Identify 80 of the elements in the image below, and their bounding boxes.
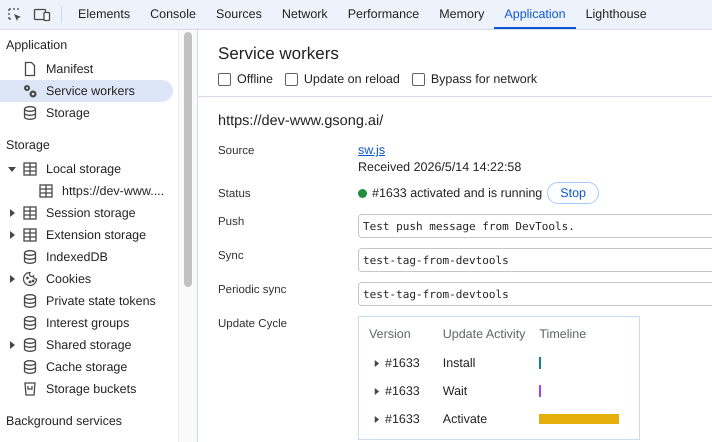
checkbox[interactable]	[218, 72, 231, 86]
panel-tab[interactable]: Memory	[429, 0, 494, 29]
section-header: Storage	[5, 137, 51, 154]
panel-tab[interactable]: Network	[272, 0, 338, 29]
database-icon	[22, 315, 38, 331]
database-icon	[22, 359, 38, 375]
section-header: Background services	[5, 413, 124, 430]
device-icon[interactable]	[33, 6, 51, 22]
panel-tab[interactable]: Elements	[68, 0, 140, 29]
file-icon	[22, 61, 38, 77]
expand-arrow-icon[interactable]	[373, 416, 380, 422]
panel-tab[interactable]: Sources	[206, 0, 272, 29]
expand-arrow-icon[interactable]	[8, 165, 16, 173]
sidebar-item[interactable]: Cookies	[0, 268, 173, 290]
scrollbar-thumb[interactable]	[184, 32, 192, 287]
version-cell: #1633	[385, 412, 420, 426]
push-field[interactable]: Test push message from DevTools.	[358, 214, 712, 238]
sidebar-item[interactable]: Interest groups	[0, 312, 173, 334]
field-label: Push	[218, 215, 246, 228]
field-label: Source	[218, 144, 256, 157]
version-cell: #1633	[385, 384, 420, 398]
activity-cell-text: Install	[442, 356, 476, 370]
section-header: Application	[5, 37, 68, 54]
activity-cell-text: Wait	[442, 384, 468, 398]
checkbox-label: Bypass for network	[430, 72, 538, 86]
status-text: #1633 activated and is running	[372, 186, 542, 200]
panel-tab[interactable]: Application	[494, 0, 576, 29]
field-label: Status	[218, 187, 252, 200]
sidebar-item[interactable]: Service workers	[0, 80, 173, 102]
stop-button[interactable]: Stop	[547, 182, 599, 204]
sidebar-item[interactable]: Extension storage	[0, 224, 173, 246]
expand-arrow-icon[interactable]	[373, 388, 380, 394]
column-header: Timeline	[539, 327, 588, 341]
database-icon	[22, 293, 38, 309]
database-icon	[22, 249, 38, 265]
sidebar-item[interactable]: Private state tokens	[0, 290, 173, 312]
activity-cell-text: Activate	[442, 412, 488, 426]
table-icon	[22, 227, 38, 243]
checkbox[interactable]	[284, 72, 298, 86]
panel-tab[interactable]: Console	[140, 0, 206, 29]
checkbox-label: Offline	[237, 72, 273, 86]
database-icon	[22, 337, 38, 353]
column-header: Version	[369, 327, 412, 341]
field-label: Sync	[218, 249, 245, 262]
field-label: Periodic sync	[218, 283, 288, 296]
field-label: Update Cycle	[218, 317, 288, 330]
panel-tab[interactable]: Lighthouse	[576, 0, 657, 29]
sidebar-item[interactable]: Storage	[0, 102, 173, 124]
sidebar-item[interactable]: IndexedDB	[0, 246, 173, 268]
sidebar-item[interactable]: Local storage	[0, 158, 173, 180]
checkbox[interactable]	[412, 72, 425, 86]
panel-title: Service workers	[217, 43, 340, 65]
scope-url: https://dev-www.gsong.ai/	[218, 113, 384, 129]
expand-arrow-icon[interactable]	[8, 275, 16, 283]
expand-arrow-icon[interactable]	[8, 231, 16, 239]
cookie-icon	[22, 271, 38, 287]
sidebar-item[interactable]: Storage buckets	[0, 378, 173, 400]
checkbox-label: Update on reload	[304, 72, 400, 86]
version-cell: #1633	[385, 356, 420, 370]
expand-arrow-icon[interactable]	[373, 360, 380, 366]
sidebar-item[interactable]: Session storage	[0, 202, 173, 224]
inspect-icon[interactable]	[7, 6, 23, 22]
sync-field[interactable]: test-tag-from-devtools	[358, 248, 712, 272]
sidebar-item[interactable]: Manifest	[0, 58, 173, 80]
sidebar-item[interactable]: https://dev-www....	[0, 180, 173, 202]
panel-tab[interactable]: Performance	[338, 0, 430, 29]
bucket-icon	[22, 381, 38, 397]
table-icon	[22, 205, 38, 221]
received-text: Received 2026/5/14 14:22:58	[358, 160, 522, 174]
expand-arrow-icon[interactable]	[8, 341, 16, 349]
sidebar-item[interactable]: Shared storage	[0, 334, 173, 356]
sidebar-item[interactable]: Cache storage	[0, 356, 173, 378]
database-icon	[22, 105, 38, 121]
gears-icon	[22, 83, 38, 99]
table-icon	[38, 183, 54, 199]
expand-arrow-icon[interactable]	[8, 209, 16, 217]
periodic-sync-field[interactable]: test-tag-from-devtools	[358, 282, 712, 306]
table-icon	[22, 161, 38, 177]
source-link[interactable]: sw.js	[358, 143, 386, 157]
column-header: Update Activity	[442, 327, 526, 341]
